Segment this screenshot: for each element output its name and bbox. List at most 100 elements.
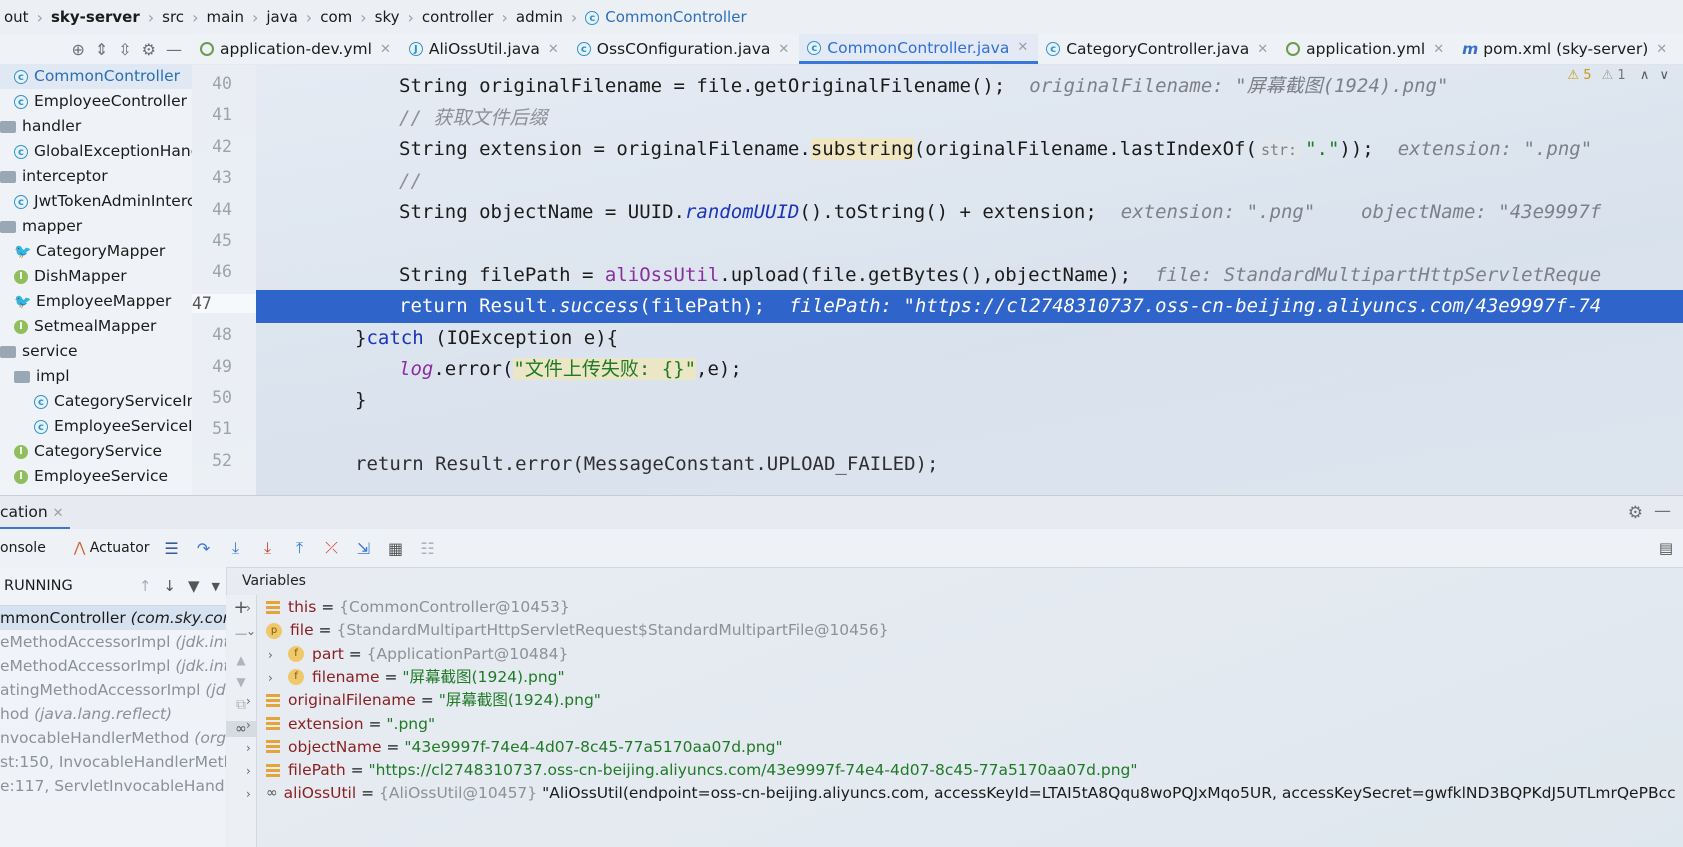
editor-tab[interactable]: J AliOssUtil.java ✕ <box>401 34 569 64</box>
tree-item[interactable]: interceptor <box>0 164 192 189</box>
chevron-right-icon[interactable]: › <box>246 713 266 737</box>
gear-icon[interactable]: ⚙ <box>142 40 156 59</box>
stack-frame[interactable]: nvocableHandlerMethod (org.sp <box>0 726 226 750</box>
variable-row[interactable]: › this = {CommonController@10453} <box>246 595 570 620</box>
code-line-52[interactable]: return Result.error(MessageConstant.UPLO… <box>256 448 1683 481</box>
evaluate-expression-icon[interactable]: ▦ <box>386 539 406 558</box>
chevron-right-icon[interactable]: › <box>268 666 288 690</box>
code-line-49[interactable]: log.error("文件上传失败: {}",e); <box>256 353 1683 386</box>
tree-item[interactable]: 🐦 CategoryMapper <box>0 239 192 264</box>
thread-selector[interactable]: RUNNING ↑ ↓ ▼ ▼ <box>0 567 226 606</box>
actuator-tab[interactable]: ⋀ Actuator <box>74 540 150 556</box>
code-line-50[interactable]: } <box>256 384 1683 417</box>
tree-item[interactable]: c GlobalExceptionHand <box>0 139 192 164</box>
step-into-icon[interactable]: ⤓ <box>226 538 246 558</box>
menu-icon[interactable]: ☰ <box>162 539 182 558</box>
force-step-into-icon[interactable]: ⤓ <box>258 538 278 558</box>
collapse-all-icon[interactable]: ⇳ <box>118 40 131 59</box>
tree-item[interactable]: handler <box>0 114 192 139</box>
expand-all-icon[interactable]: ⇕ <box>95 40 108 59</box>
stack-frame[interactable]: atingMethodAccessorImpl (jdk <box>0 678 226 702</box>
variable-row[interactable]: › originalFilename = "屏幕截图(1924).png" <box>246 688 601 713</box>
tabs-overflow-chevron-icon[interactable]: ∨ <box>1677 34 1683 64</box>
arrow-up-icon[interactable]: ↑ <box>139 577 152 595</box>
stack-frame[interactable]: hod (java.lang.reflect) <box>0 702 226 726</box>
editor-tab[interactable]: m pom.xml (sky-server) ✕ <box>1454 34 1677 64</box>
layout-icon[interactable]: ▤ <box>1659 539 1673 557</box>
tree-item[interactable]: c CategoryServiceIn <box>0 389 192 414</box>
tree-item[interactable]: 🐦 EmployeeMapper <box>0 289 192 314</box>
breadcrumb-sky-server[interactable]: sky-server <box>47 8 144 26</box>
stack-frame[interactable]: st:150, InvocableHandlerMetho <box>0 750 226 774</box>
editor-tab[interactable]: application-dev.yml ✕ <box>192 34 401 64</box>
close-icon[interactable]: ✕ <box>1656 42 1667 57</box>
stack-frame[interactable]: eMethodAccessorImpl (jdk.inte <box>0 654 226 678</box>
filter-icon[interactable]: ▼ <box>188 577 200 595</box>
close-icon[interactable]: ✕ <box>1433 42 1444 57</box>
chevron-down-icon[interactable]: ∨ <box>1659 68 1669 83</box>
breadcrumb-com[interactable]: com <box>316 8 356 26</box>
arrow-down-icon[interactable]: ↓ <box>163 577 176 595</box>
chevron-down-icon[interactable]: ⌄ <box>246 619 266 643</box>
step-out-icon[interactable]: ⤒ <box>290 538 310 558</box>
debug-session-tab[interactable]: cation ✕ <box>0 496 70 530</box>
tree-item[interactable]: I SetmealMapper <box>0 314 192 339</box>
breadcrumb-controller[interactable]: controller <box>418 8 498 26</box>
drop-frame-icon[interactable]: ⤫ <box>322 538 342 558</box>
console-tab[interactable]: onsole <box>0 540 46 556</box>
gear-icon[interactable]: ⚙ <box>1628 503 1643 523</box>
code-line-47-current[interactable]: return Result.success(filePath); filePath… <box>256 290 1683 323</box>
close-icon[interactable]: ✕ <box>778 42 789 57</box>
chevron-right-icon[interactable]: › <box>246 689 266 713</box>
code-line-46[interactable]: String filePath = aliOssUtil.upload(file… <box>256 259 1683 292</box>
close-icon[interactable]: ✕ <box>1017 40 1028 55</box>
breadcrumb-sky[interactable]: sky <box>371 8 404 26</box>
chevron-up-icon[interactable]: ∧ <box>1640 68 1650 83</box>
variable-row[interactable]: › f part = {ApplicationPart@10484} <box>268 642 568 667</box>
stack-frame[interactable]: mmonController (com.sky.contro <box>0 606 226 630</box>
chevron-right-icon[interactable]: › <box>246 596 266 620</box>
close-icon[interactable]: ✕ <box>53 506 64 521</box>
breadcrumb-src[interactable]: src <box>158 8 188 26</box>
close-icon[interactable]: ✕ <box>380 42 391 57</box>
tree-item[interactable]: c EmployeeController <box>0 89 192 114</box>
stack-frame[interactable]: e:117, ServletInvocableHandler <box>0 774 226 798</box>
tree-item[interactable]: c JwtTokenAdminInterc <box>0 189 192 214</box>
code-line-48[interactable]: }catch (IOException e){ <box>256 322 1683 355</box>
tree-item[interactable]: impl <box>0 364 192 389</box>
tree-item[interactable]: I DishMapper <box>0 264 192 289</box>
variable-row[interactable]: › ∞ aliOssUtil = {AliOssUtil@10457} "AliOs… <box>246 781 1677 806</box>
breadcrumb-commoncontroller[interactable]: c CommonController <box>581 8 750 26</box>
tree-item[interactable]: mapper <box>0 214 192 239</box>
editor-tab[interactable]: c OssCOnfiguration.java ✕ <box>569 34 800 64</box>
editor-tab[interactable]: application.yml ✕ <box>1278 34 1454 64</box>
stack-frame[interactable]: eMethodAccessorImpl (jdk.inte <box>0 630 226 654</box>
code-line-44[interactable]: String objectName = UUID.randomUUID().to… <box>256 196 1683 229</box>
tree-item[interactable]: c CommonController <box>0 64 192 89</box>
chevron-right-icon[interactable]: › <box>268 643 288 667</box>
tree-item[interactable]: c EmployeeServiceI <box>0 414 192 439</box>
tree-item[interactable]: I CategoryService <box>0 439 192 464</box>
chevron-right-icon[interactable]: › <box>246 759 266 783</box>
inspection-widget[interactable]: ⚠ 5 ⚠ 1 ∧ ∨ <box>1567 68 1669 83</box>
variable-row[interactable]: ⌄ p file = {StandardMultipartHttpServletRe… <box>246 618 889 643</box>
tree-item[interactable]: service <box>0 339 192 364</box>
variable-row[interactable]: › f filename = "屏幕截图(1924).png" <box>268 665 565 690</box>
editor-tab[interactable]: c CategoryController.java ✕ <box>1038 34 1278 64</box>
minimize-icon[interactable]: — <box>1654 501 1671 521</box>
breadcrumb-admin[interactable]: admin <box>512 8 567 26</box>
code-line-40[interactable]: String originalFilename = file.getOrigin… <box>256 70 1683 103</box>
tree-item[interactable]: I EmployeeService <box>0 464 192 489</box>
code-line-41[interactable]: // 获取文件后缀 <box>256 102 1683 135</box>
locate-icon[interactable]: ⊕ <box>71 40 84 59</box>
breadcrumb-main[interactable]: main <box>202 8 247 26</box>
chevron-right-icon[interactable]: › <box>246 782 266 806</box>
editor-tab[interactable]: c CommonController.java ✕ <box>799 34 1039 64</box>
close-icon[interactable]: ✕ <box>1257 42 1268 57</box>
variable-row[interactable]: › filePath = "https://cl2748310737.oss-cn… <box>246 758 1138 783</box>
variable-row[interactable]: › extension = ".png" <box>246 712 435 737</box>
code-line-43[interactable]: // <box>256 165 1683 198</box>
code-editor[interactable]: String originalFilename = file.getOrigin… <box>256 64 1683 495</box>
breadcrumb-java[interactable]: java <box>262 8 301 26</box>
close-icon[interactable]: ✕ <box>548 42 559 57</box>
